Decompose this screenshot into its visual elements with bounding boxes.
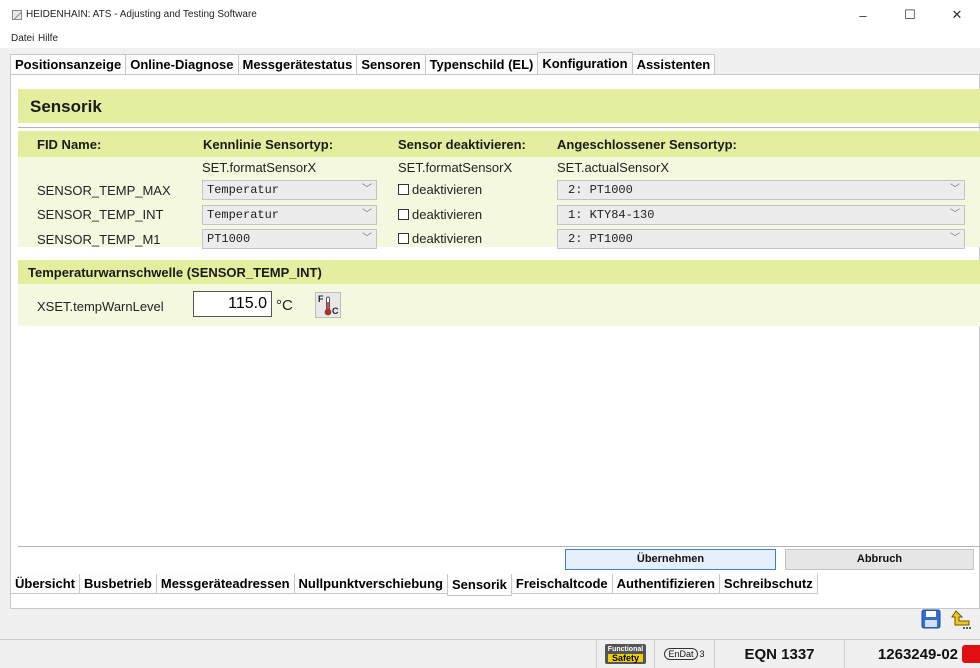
chevron-down-icon: ﹀ [950, 209, 960, 220]
subtab-messgeraeteadressen[interactable]: Messgeräteadressen [155, 574, 295, 594]
minimize-button[interactable]: – [846, 4, 880, 26]
window-title: HEIDENHAIN: ATS - Adjusting and Testing … [26, 9, 257, 20]
maximize-button[interactable]: ☐ [893, 4, 927, 26]
chevron-down-icon: ﹀ [362, 184, 372, 195]
chevron-down-icon: ﹀ [362, 209, 372, 220]
tab-online-diagnose[interactable]: Online-Diagnose [125, 54, 239, 74]
subheader-kennlinie: SET.formatSensorX [202, 160, 317, 175]
deactivate-checkbox-temp-int[interactable]: deaktivieren [398, 207, 482, 222]
fahrenheit-label: F [318, 294, 324, 304]
temp-unit: °C [276, 297, 293, 314]
menu-bar [0, 32, 980, 48]
apply-button[interactable]: Übernehmen [565, 549, 776, 570]
tab-konfiguration[interactable]: Konfiguration [537, 52, 633, 74]
sensortyp-select-temp-int[interactable]: 1: KTY84-130 ﹀ [557, 205, 965, 225]
select-value: 2: PT1000 [568, 183, 633, 197]
deactivate-checkbox-temp-m1[interactable]: deaktivieren [398, 231, 482, 246]
status-indicator-icon [962, 645, 980, 663]
select-value: Temperatur [207, 208, 280, 222]
checkbox-box[interactable] [398, 209, 409, 220]
celsius-label: C [332, 306, 339, 316]
endat-badge: EnDat 3 [654, 640, 714, 668]
temp-warn-title: Temperaturwarnschwelle (SENSOR_TEMP_INT) [28, 265, 322, 280]
device-name: EQN 1337 [714, 640, 844, 668]
kennlinie-select-temp-int[interactable]: Temperatur ﹀ [202, 205, 377, 225]
sensortyp-select-temp-max[interactable]: 2: PT1000 ﹀ [557, 180, 965, 200]
subtab-freischaltcode[interactable]: Freischaltcode [510, 574, 613, 594]
subtab-busbetrieb[interactable]: Busbetrieb [78, 574, 157, 594]
main-tab-bar: Positionsanzeige Online-Diagnose Messger… [10, 52, 716, 74]
deactivate-checkbox-temp-max[interactable]: deaktivieren [398, 182, 482, 197]
unit-toggle-button[interactable]: F C [315, 292, 341, 318]
col-fid-name: FID Name: [37, 137, 102, 152]
temp-warn-label: XSET.tempWarnLevel [37, 299, 164, 314]
col-angeschlossen: Angeschlossener Sensortyp: [557, 137, 737, 152]
app-icon [12, 10, 22, 20]
subheader-angeschlossen: SET.actualSensorX [557, 160, 670, 175]
subtab-schreibschutz[interactable]: Schreibschutz [718, 574, 818, 594]
kennlinie-select-temp-m1[interactable]: PT1000 ﹀ [202, 229, 377, 249]
temp-warn-input[interactable]: 115.0 [193, 291, 272, 317]
subheader-deaktivieren: SET.formatSensorX [398, 160, 513, 175]
subtab-uebersicht[interactable]: Übersicht [10, 574, 80, 594]
tab-sensoren[interactable]: Sensoren [356, 54, 426, 74]
subtab-sensorik[interactable]: Sensorik [446, 574, 512, 596]
col-kennlinie: Kennlinie Sensortyp: [203, 137, 334, 152]
row-label-temp-max: SENSOR_TEMP_MAX [37, 183, 171, 198]
row-label-temp-int: SENSOR_TEMP_INT [37, 207, 164, 222]
divider [18, 127, 980, 128]
sensortyp-select-temp-m1[interactable]: 2: PT1000 ﹀ [557, 229, 965, 249]
divider [18, 546, 980, 547]
cancel-button[interactable]: Abbruch [785, 549, 974, 570]
subtab-authentifizieren[interactable]: Authentifizieren [611, 574, 720, 594]
save-icon[interactable] [920, 608, 942, 630]
select-value: Temperatur [207, 183, 280, 197]
tab-typenschild[interactable]: Typenschild (EL) [424, 54, 539, 74]
sub-tab-bar: Übersicht Busbetrieb Messgeräteadressen … [10, 574, 818, 596]
chevron-down-icon: ﹀ [950, 233, 960, 244]
fs-bottom-label: Safety [607, 654, 644, 663]
row-label-temp-m1: SENSOR_TEMP_M1 [37, 232, 161, 247]
col-deaktivieren: Sensor deaktivieren: [398, 137, 526, 152]
tab-messgeraetestatus[interactable]: Messgerätestatus [237, 54, 358, 74]
functional-safety-badge: Functional Safety [596, 640, 654, 668]
endat-label: EnDat [664, 648, 698, 660]
kennlinie-select-temp-max[interactable]: Temperatur ﹀ [202, 180, 377, 200]
arrow-return-icon[interactable] [950, 608, 972, 630]
select-value: 1: KTY84-130 [568, 208, 655, 222]
endat-version: 3 [699, 649, 705, 659]
checkbox-box[interactable] [398, 184, 409, 195]
select-value: 2: PT1000 [568, 232, 633, 246]
checkbox-box[interactable] [398, 233, 409, 244]
menu-datei[interactable]: Datei [11, 33, 34, 44]
device-id: 1263249-02 [844, 640, 962, 668]
tab-positionsanzeige[interactable]: Positionsanzeige [10, 54, 127, 74]
chevron-down-icon: ﹀ [362, 233, 372, 244]
checkbox-label: deaktivieren [412, 207, 483, 222]
section-header [18, 89, 980, 123]
subtab-nullpunktverschiebung[interactable]: Nullpunktverschiebung [293, 574, 448, 594]
menu-hilfe[interactable]: Hilfe [38, 33, 58, 44]
chevron-down-icon: ﹀ [950, 184, 960, 195]
thermometer-icon [324, 296, 332, 316]
checkbox-label: deaktivieren [412, 182, 483, 197]
tab-assistenten[interactable]: Assistenten [631, 54, 716, 74]
close-button[interactable]: ✕ [940, 4, 974, 26]
section-title: Sensorik [30, 97, 102, 116]
select-value: PT1000 [207, 232, 251, 246]
checkbox-label: deaktivieren [412, 231, 483, 246]
